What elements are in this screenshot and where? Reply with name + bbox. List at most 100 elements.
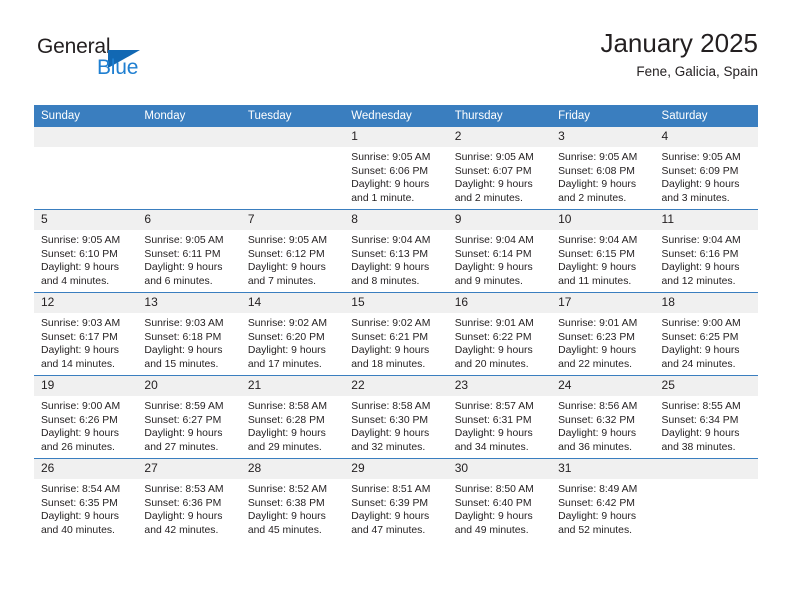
day-number: 26: [34, 459, 138, 479]
day-details: Sunrise: 9:02 AM Sunset: 6:20 PM Daylight:…: [241, 313, 344, 371]
day-details: Sunrise: 9:03 AM Sunset: 6:18 PM Daylight:…: [137, 313, 240, 371]
calendar-day-cell[interactable]: 2 Sunrise: 9:05 AM Sunset: 6:07 PM Daylight…: [447, 127, 552, 210]
logo-text-general: General: [37, 35, 111, 58]
day-details: Sunrise: 9:01 AM Sunset: 6:22 PM Daylight:…: [448, 313, 551, 371]
day-details: Sunrise: 8:55 AM Sunset: 6:34 PM Daylight:…: [655, 396, 758, 454]
calendar-day-cell[interactable]: 25 Sunrise: 8:55 AM Sunset: 6:34 PM Dayligh…: [654, 375, 758, 459]
sunrise-sunset-calendar: Sunday Monday Tuesday Wednesday Thursday…: [34, 105, 758, 541]
sunset-time: Sunset: 6:26 PM: [41, 414, 118, 426]
daylight-duration-line1: Daylight: 9 hours: [144, 262, 223, 274]
location-subtitle: Fene, Galicia, Spain: [636, 64, 758, 79]
day-number: 31: [551, 459, 655, 479]
calendar-day-cell[interactable]: 19 Sunrise: 9:00 AM Sunset: 6:26 PM Dayligh…: [34, 375, 138, 459]
sunrise-time: Sunrise: 9:04 AM: [661, 235, 741, 246]
sunrise-time: Sunrise: 9:03 AM: [41, 318, 121, 329]
calendar-day-cell[interactable]: 30 Sunrise: 8:50 AM Sunset: 6:40 PM Dayligh…: [447, 458, 552, 541]
weekday-header-tuesday: Tuesday: [240, 105, 345, 127]
daylight-duration-line2: and 15 minutes.: [144, 358, 219, 370]
calendar-day-cell-empty: [240, 127, 345, 210]
calendar-day-cell[interactable]: 21 Sunrise: 8:58 AM Sunset: 6:28 PM Dayligh…: [240, 375, 345, 459]
calendar-day-cell[interactable]: 23 Sunrise: 8:57 AM Sunset: 6:31 PM Dayligh…: [447, 375, 552, 459]
day-number: 11: [654, 210, 758, 230]
calendar-day-cell[interactable]: 31 Sunrise: 8:49 AM Sunset: 6:42 PM Dayligh…: [551, 458, 655, 541]
daylight-duration-line1: Daylight: 9 hours: [247, 262, 326, 274]
calendar-day-cell[interactable]: 10 Sunrise: 9:04 AM Sunset: 6:15 PM Dayligh…: [551, 209, 655, 293]
day-details: Sunrise: 8:56 AM Sunset: 6:32 PM Daylight:…: [551, 396, 654, 454]
calendar-day-cell[interactable]: 6 Sunrise: 9:05 AM Sunset: 6:11 PM Daylight…: [137, 209, 241, 293]
day-number: 9: [447, 210, 552, 230]
calendar-day-cell[interactable]: 11 Sunrise: 9:04 AM Sunset: 6:16 PM Dayligh…: [654, 209, 758, 293]
sunset-time: Sunset: 6:25 PM: [661, 331, 739, 343]
day-number: 25: [654, 376, 758, 396]
sunrise-time: Sunrise: 8:52 AM: [247, 484, 327, 495]
sunset-time: Sunset: 6:09 PM: [661, 165, 739, 177]
calendar-day-cell[interactable]: 1 Sunrise: 9:05 AM Sunset: 6:06 PM Daylight…: [344, 127, 448, 210]
day-details: Sunrise: 9:05 AM Sunset: 6:10 PM Daylight:…: [34, 230, 137, 288]
calendar-day-cell[interactable]: 8 Sunrise: 9:04 AM Sunset: 6:13 PM Daylight…: [344, 209, 448, 293]
daylight-duration-line1: Daylight: 9 hours: [247, 428, 326, 440]
calendar-day-cell[interactable]: 26 Sunrise: 8:54 AM Sunset: 6:35 PM Dayligh…: [34, 458, 138, 541]
daylight-duration-line1: Daylight: 9 hours: [247, 511, 326, 523]
day-number: [137, 127, 241, 147]
day-details: Sunrise: 9:05 AM Sunset: 6:12 PM Daylight:…: [241, 230, 344, 288]
daylight-duration-line1: Daylight: 9 hours: [454, 262, 533, 274]
day-number: 1: [344, 127, 448, 147]
sunrise-time: Sunrise: 9:05 AM: [247, 235, 327, 246]
daylight-duration-line2: and 8 minutes.: [351, 275, 420, 287]
daylight-duration-line1: Daylight: 9 hours: [661, 428, 740, 440]
daylight-duration-line1: Daylight: 9 hours: [661, 179, 740, 191]
daylight-duration-line1: Daylight: 9 hours: [351, 262, 430, 274]
calendar-day-cell[interactable]: 28 Sunrise: 8:52 AM Sunset: 6:38 PM Dayligh…: [240, 458, 345, 541]
daylight-duration-line2: and 47 minutes.: [351, 524, 426, 536]
sunrise-time: Sunrise: 9:05 AM: [454, 152, 534, 163]
calendar-day-cell[interactable]: 9 Sunrise: 9:04 AM Sunset: 6:14 PM Daylight…: [447, 209, 552, 293]
calendar-day-cell[interactable]: 27 Sunrise: 8:53 AM Sunset: 6:36 PM Dayligh…: [137, 458, 241, 541]
calendar-day-cell[interactable]: 5 Sunrise: 9:05 AM Sunset: 6:10 PM Daylight…: [34, 209, 138, 293]
calendar-day-cell[interactable]: 22 Sunrise: 8:58 AM Sunset: 6:30 PM Dayligh…: [344, 375, 448, 459]
calendar-day-cell[interactable]: 17 Sunrise: 9:01 AM Sunset: 6:23 PM Dayligh…: [551, 292, 655, 376]
calendar-day-cell[interactable]: 4 Sunrise: 9:05 AM Sunset: 6:09 PM Daylight…: [654, 127, 758, 210]
calendar-day-cell[interactable]: 3 Sunrise: 9:05 AM Sunset: 6:08 PM Daylight…: [551, 127, 655, 210]
day-number: 2: [447, 127, 552, 147]
day-number: 4: [654, 127, 758, 147]
calendar-day-cell[interactable]: 18 Sunrise: 9:00 AM Sunset: 6:25 PM Dayligh…: [654, 292, 758, 376]
day-details: Sunrise: 8:58 AM Sunset: 6:28 PM Daylight:…: [241, 396, 344, 454]
sunset-time: Sunset: 6:22 PM: [454, 331, 532, 343]
day-details: Sunrise: 9:00 AM Sunset: 6:26 PM Daylight:…: [34, 396, 137, 454]
daylight-duration-line1: Daylight: 9 hours: [351, 179, 430, 191]
sunset-time: Sunset: 6:11 PM: [144, 248, 221, 260]
day-number: 27: [137, 459, 241, 479]
daylight-duration-line1: Daylight: 9 hours: [144, 511, 223, 523]
weekday-header-row: Sunday Monday Tuesday Wednesday Thursday…: [34, 105, 758, 127]
daylight-duration-line1: Daylight: 9 hours: [454, 428, 533, 440]
sunset-time: Sunset: 6:35 PM: [41, 497, 118, 509]
daylight-duration-line2: and 45 minutes.: [247, 524, 322, 536]
calendar-day-cell[interactable]: 20 Sunrise: 8:59 AM Sunset: 6:27 PM Dayligh…: [137, 375, 241, 459]
calendar-day-cell[interactable]: 16 Sunrise: 9:01 AM Sunset: 6:22 PM Dayligh…: [447, 292, 552, 376]
calendar-day-cell[interactable]: 24 Sunrise: 8:56 AM Sunset: 6:32 PM Dayligh…: [551, 375, 655, 459]
calendar-day-cell[interactable]: 12 Sunrise: 9:03 AM Sunset: 6:17 PM Dayligh…: [34, 292, 138, 376]
page-title: January 2025: [600, 28, 758, 58]
sunset-time: Sunset: 6:34 PM: [661, 414, 739, 426]
daylight-duration-line2: and 1 minute.: [351, 192, 415, 204]
sunrise-time: Sunrise: 8:50 AM: [454, 484, 534, 495]
daylight-duration-line1: Daylight: 9 hours: [558, 262, 637, 274]
sunset-time: Sunset: 6:14 PM: [454, 248, 532, 260]
daylight-duration-line2: and 24 minutes.: [661, 358, 736, 370]
day-details: Sunrise: 9:01 AM Sunset: 6:23 PM Daylight:…: [551, 313, 654, 371]
day-details: Sunrise: 9:04 AM Sunset: 6:13 PM Daylight:…: [344, 230, 447, 288]
sunset-time: Sunset: 6:42 PM: [558, 497, 635, 509]
sunrise-time: Sunrise: 9:01 AM: [454, 318, 534, 329]
calendar-day-cell[interactable]: 15 Sunrise: 9:02 AM Sunset: 6:21 PM Dayligh…: [344, 292, 448, 376]
daylight-duration-line1: Daylight: 9 hours: [41, 262, 119, 274]
day-number: 10: [551, 210, 655, 230]
sunrise-time: Sunrise: 9:05 AM: [351, 152, 431, 163]
day-number: 17: [551, 293, 655, 313]
sunrise-time: Sunrise: 9:00 AM: [41, 401, 121, 412]
calendar-day-cell[interactable]: 29 Sunrise: 8:51 AM Sunset: 6:39 PM Dayligh…: [344, 458, 448, 541]
sunset-time: Sunset: 6:06 PM: [351, 165, 429, 177]
calendar-day-cell[interactable]: 13 Sunrise: 9:03 AM Sunset: 6:18 PM Dayligh…: [137, 292, 241, 376]
calendar-day-cell[interactable]: 7 Sunrise: 9:05 AM Sunset: 6:12 PM Daylight…: [240, 209, 345, 293]
daylight-duration-line1: Daylight: 9 hours: [351, 345, 430, 357]
calendar-day-cell[interactable]: 14 Sunrise: 9:02 AM Sunset: 6:20 PM Dayligh…: [240, 292, 345, 376]
